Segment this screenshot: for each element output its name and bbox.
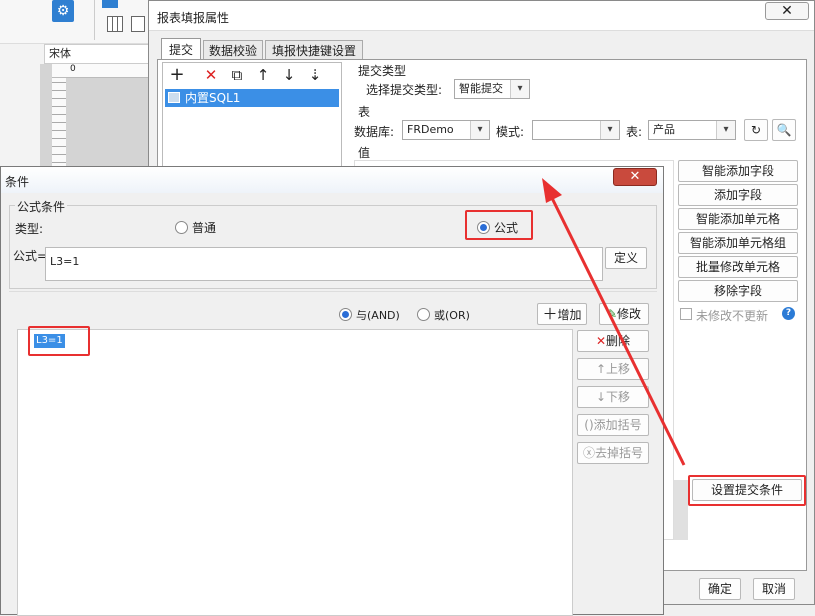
annotation-arrow-head: [542, 178, 562, 203]
annotation-arrow-line: [550, 197, 686, 466]
annotation-arrow: [542, 178, 686, 466]
